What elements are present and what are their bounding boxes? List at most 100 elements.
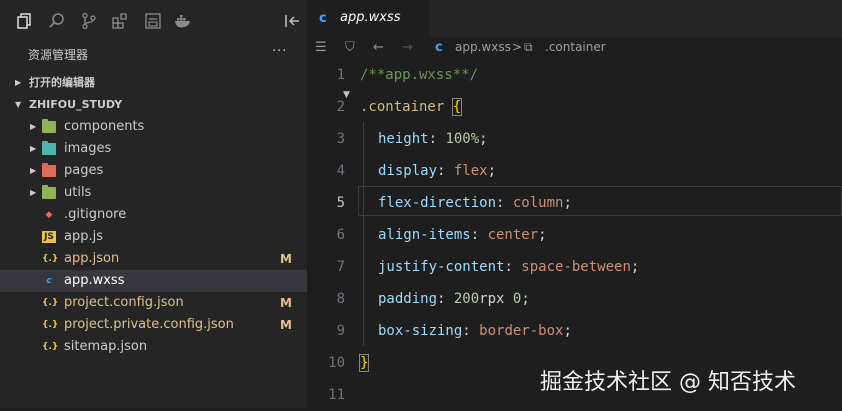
tree-item-app-wxss[interactable]: ⅽ app.wxss	[0, 270, 307, 292]
code-punctuation: ;	[538, 227, 547, 243]
code-punctuation: ;	[479, 131, 488, 147]
code-punctuation: ;	[630, 259, 640, 275]
extensions-icon[interactable]	[111, 12, 129, 30]
code-brace: {	[451, 98, 463, 116]
tree-item-pages[interactable]: ▶ pages	[0, 160, 307, 182]
code-punctuation: :	[437, 163, 454, 179]
code-line[interactable]: box-sizing: border-box;	[378, 315, 572, 347]
tab-app-wxss[interactable]: ⅽ app.wxss	[307, 0, 429, 37]
git-icon: ◆	[45, 210, 53, 220]
code-punctuation: :	[437, 291, 454, 307]
tree-item-label: app.js	[64, 229, 103, 244]
source-control-icon[interactable]	[80, 12, 98, 30]
more-actions-button[interactable]: ···	[272, 44, 287, 59]
sidebar: 资源管理器 ··· ▶ 打开的编辑器 ▼ ZHIFOU_STUDY ▶ comp…	[0, 0, 307, 408]
tree-item-images[interactable]: ▶ images	[0, 138, 307, 160]
outline-icon[interactable]	[144, 12, 162, 30]
code-line[interactable]: .container {	[360, 91, 463, 123]
line-number: 11	[328, 387, 345, 403]
code-value: flex	[453, 163, 488, 179]
tree-item-label: project.private.config.json	[64, 317, 234, 332]
line-number-active: 5	[336, 195, 345, 211]
code-number: 100	[445, 131, 471, 147]
tree-item-label: images	[64, 141, 112, 156]
code-line[interactable]: height: 100%;	[378, 123, 488, 155]
code-line[interactable]: justify-content: space-between;	[378, 251, 639, 283]
indent-guide	[363, 122, 364, 346]
line-number: 2	[336, 99, 345, 115]
list-icon[interactable]: ☰	[315, 40, 327, 55]
section-open-editors[interactable]: ▶ 打开的编辑器	[0, 72, 307, 94]
bookmark-icon[interactable]: ⛉	[345, 40, 355, 55]
breadcrumb-file[interactable]: app.wxss	[455, 40, 511, 54]
code-value: center	[487, 227, 539, 243]
json-icon: {.}	[42, 298, 59, 308]
collapse-sidebar-icon[interactable]	[284, 12, 302, 30]
code-value: column	[512, 195, 564, 211]
line-number: 6	[336, 227, 345, 243]
css-icon: ⅽ	[46, 276, 52, 286]
breadcrumb: ☰ ⛉ ← → ⅽ app.wxss > ⧉ .container	[307, 37, 842, 59]
tree-item-project-private-config[interactable]: {.} project.private.config.json M	[0, 314, 307, 336]
code-unit: rpx	[479, 291, 505, 307]
section-workspace[interactable]: ▼ ZHIFOU_STUDY	[0, 94, 307, 116]
code-line[interactable]: flex-direction: column;	[378, 187, 572, 219]
code-line[interactable]: align-items: center;	[378, 219, 547, 251]
files-icon[interactable]	[16, 12, 34, 30]
code-punctuation: ;	[563, 323, 572, 339]
code-property: height	[378, 131, 429, 147]
code-property: box-sizing	[378, 323, 463, 339]
js-icon: JS	[42, 231, 56, 243]
code-property: flex-direction	[378, 195, 497, 211]
code-punctuation: ;	[563, 195, 572, 211]
json-icon: {.}	[42, 254, 59, 264]
tree-item-label: sitemap.json	[64, 339, 148, 354]
tree-item-label: app.wxss	[64, 273, 125, 288]
code-property: align-items	[378, 227, 471, 243]
line-number: 4	[336, 163, 345, 179]
tree-item-label: project.config.json	[64, 295, 184, 310]
docker-icon[interactable]	[174, 12, 192, 30]
line-number: 9	[336, 323, 345, 339]
code-value: space-between	[521, 259, 631, 275]
back-arrow-icon[interactable]: ←	[373, 40, 384, 55]
code-number: 200	[453, 291, 480, 307]
tree-item-label: components	[64, 119, 145, 134]
code-line[interactable]: display: flex;	[378, 155, 496, 187]
chevron-right-icon: ▶	[15, 78, 22, 87]
tree-item-sitemap[interactable]: {.} sitemap.json	[0, 336, 307, 358]
code-line[interactable]: /**app.wxss**/	[360, 59, 478, 91]
tree-item-app-json[interactable]: {.} app.json M	[0, 248, 307, 270]
tree-item-gitignore[interactable]: ◆ .gitignore	[0, 204, 307, 226]
line-number: 1	[336, 67, 345, 83]
chevron-right-icon: ▶	[30, 144, 37, 153]
code-punctuation: :	[504, 259, 522, 275]
chevron-right-icon: ▶	[30, 188, 37, 197]
tree-item-components[interactable]: ▶ components	[0, 116, 307, 138]
code-line[interactable]: padding: 200rpx 0;	[378, 283, 530, 315]
code-punctuation: ;	[487, 163, 497, 179]
tree-item-project-config[interactable]: {.} project.config.json M	[0, 292, 307, 314]
section-label: ZHIFOU_STUDY	[29, 98, 123, 111]
tree-item-label: app.json	[64, 251, 120, 266]
chevron-right-icon: ▶	[30, 122, 37, 131]
search-icon[interactable]	[48, 12, 66, 30]
tree-item-utils[interactable]: ▶ utils	[0, 182, 307, 204]
css-icon: ⅽ	[319, 11, 327, 26]
breadcrumb-symbol[interactable]: .container	[545, 40, 606, 54]
code-punctuation: :	[462, 323, 480, 339]
tab-label: app.wxss	[340, 10, 401, 25]
code-unit: %	[470, 131, 480, 147]
chevron-down-icon: ▼	[15, 100, 22, 109]
json-icon: {.}	[42, 342, 59, 352]
code-line[interactable]: }	[358, 347, 370, 379]
code-value: border-box	[479, 323, 564, 339]
forward-arrow-icon[interactable]: →	[402, 40, 413, 55]
tree-item-app-js[interactable]: JS app.js	[0, 226, 307, 248]
code-brace: }	[358, 354, 370, 372]
json-icon: {.}	[42, 320, 59, 330]
code-punctuation: :	[496, 195, 513, 211]
folder-pages-icon	[42, 163, 56, 177]
folder-components-icon	[42, 119, 56, 133]
